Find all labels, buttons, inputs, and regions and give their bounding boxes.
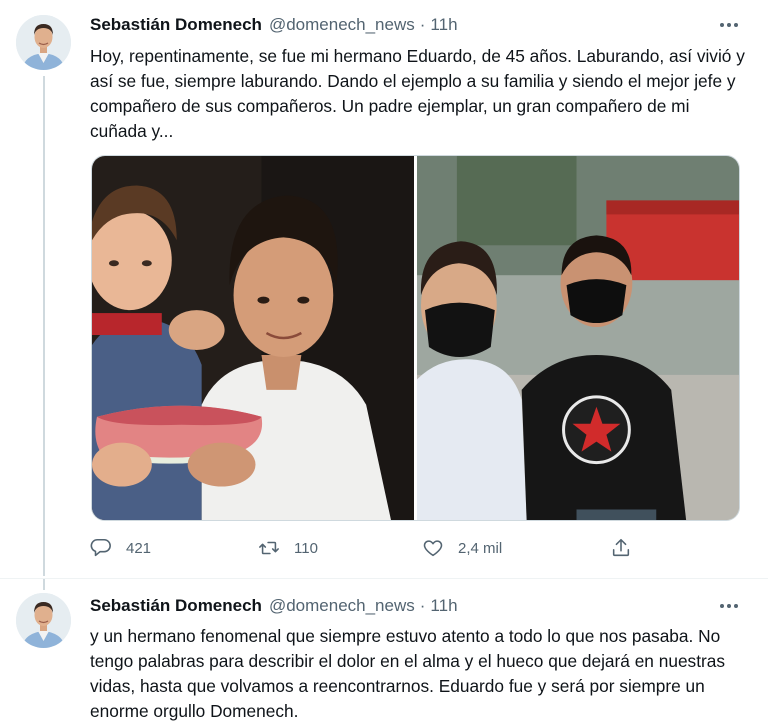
reply-count: 421 (126, 539, 152, 557)
author-handle[interactable]: @domenech_news (269, 14, 415, 36)
like-count: 2,4 mil (458, 539, 503, 557)
heart-icon (423, 540, 443, 557)
author-name[interactable]: Sebastián Domenech (90, 14, 262, 36)
author-handle[interactable]: @domenech_news (269, 595, 415, 617)
header-separator: · (419, 596, 426, 615)
more-icon[interactable] (716, 14, 742, 36)
like-button[interactable]: 2,4 mil (422, 533, 502, 563)
tweet-header: Sebastián Domenech @domenech_news · 11h (90, 595, 458, 617)
author-avatar[interactable] (16, 15, 71, 70)
childhood-photo[interactable] (92, 156, 414, 520)
tweet-text: y un hermano fenomenal que siempre estuv… (90, 626, 726, 721)
tweet-actions: 421 110 2,4 mil (90, 533, 650, 563)
share-button[interactable] (610, 533, 646, 563)
reply-button[interactable]: 421 (90, 533, 151, 563)
tweet-timestamp[interactable]: 11h (430, 14, 457, 36)
author-avatar[interactable] (16, 593, 71, 648)
share-icon (612, 538, 630, 557)
reply-icon (90, 538, 111, 557)
tweet-media[interactable] (91, 155, 740, 521)
tweet[interactable]: Sebastián Domenech @domenech_news · 11h … (0, 578, 768, 725)
retweet-count: 110 (294, 539, 318, 557)
tweet-text: Hoy, repentinamente, se fue mi hermano E… (90, 46, 745, 141)
tweet[interactable]: Sebastián Domenech @domenech_news · 11h … (0, 0, 768, 578)
masked-brothers-photo[interactable] (417, 156, 739, 520)
header-separator: · (419, 15, 426, 34)
author-name[interactable]: Sebastián Domenech (90, 595, 262, 617)
retweet-icon (259, 541, 279, 555)
more-icon[interactable] (716, 595, 742, 617)
tweet-header: Sebastián Domenech @domenech_news · 11h (90, 14, 458, 36)
tweet-timestamp[interactable]: 11h (430, 595, 457, 617)
retweet-button[interactable]: 110 (258, 533, 318, 563)
